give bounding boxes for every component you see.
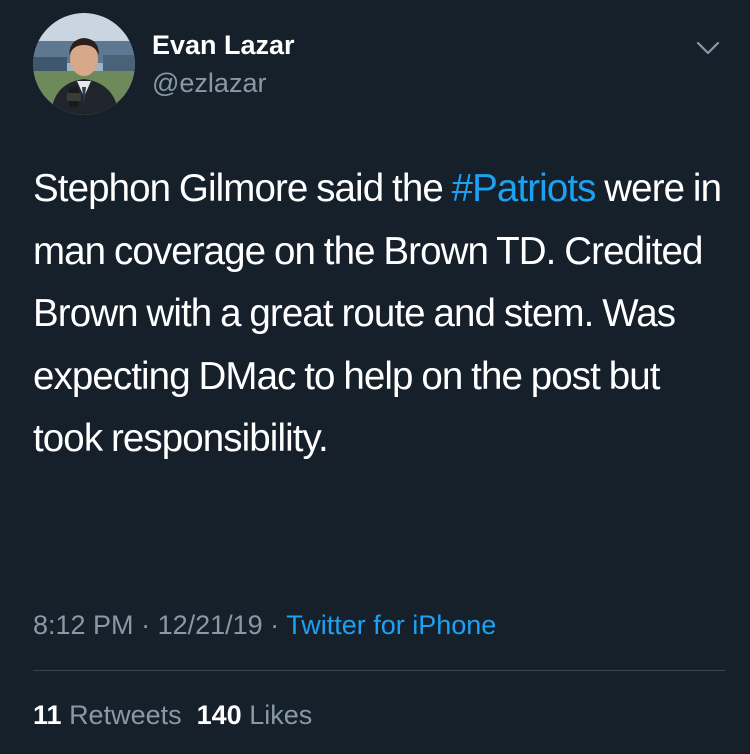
tweet-text-after: were in man coverage on the Brown TD. Cr… xyxy=(33,167,722,460)
tweet-date[interactable]: 12/21/19 xyxy=(158,610,263,640)
tweet-stats: 11 Retweets 140 Likes xyxy=(33,698,312,732)
retweets-count: 11 xyxy=(33,700,62,730)
chevron-down-icon[interactable] xyxy=(696,36,720,60)
tweet-text-before: Stephon Gilmore said the xyxy=(33,167,452,210)
likes-count: 140 xyxy=(196,700,242,730)
retweets-label: Retweets xyxy=(69,700,182,730)
tweet-time[interactable]: 8:12 PM xyxy=(33,610,134,640)
tweet-card: Evan Lazar @ezlazar Stephon Gilmore said… xyxy=(0,0,750,754)
avatar[interactable] xyxy=(33,13,135,115)
likes-label: Likes xyxy=(249,700,313,730)
divider xyxy=(33,670,725,671)
tweet-meta: 8:12 PM · 12/21/19 · Twitter for iPhone xyxy=(33,608,496,642)
tweet-source-link[interactable]: Twitter for iPhone xyxy=(286,610,496,640)
retweets-stat[interactable]: 11 Retweets xyxy=(33,700,182,730)
author-display-name[interactable]: Evan Lazar xyxy=(152,28,295,62)
meta-separator: · xyxy=(262,610,287,640)
tweet-text: Stephon Gilmore said the #Patriots were … xyxy=(33,158,723,471)
author-handle[interactable]: @ezlazar xyxy=(152,66,266,100)
meta-separator: · xyxy=(133,610,158,640)
profile-photo-icon xyxy=(33,13,135,115)
hashtag-link[interactable]: #Patriots xyxy=(452,167,597,210)
likes-stat[interactable]: 140 Likes xyxy=(197,700,313,730)
